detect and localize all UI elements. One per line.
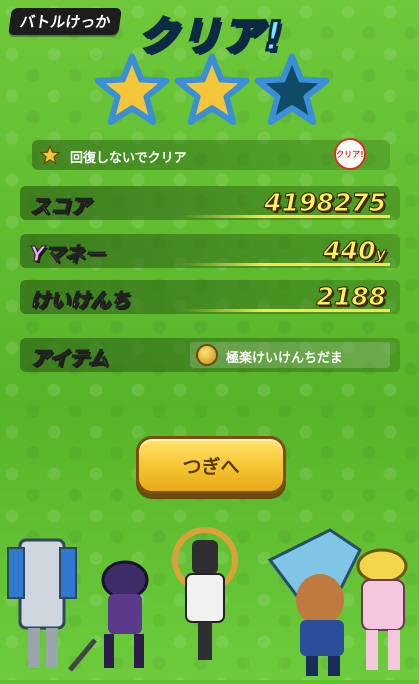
exp-label: けいけんち (30, 288, 131, 313)
exp-row: けいけんち 2188 (20, 280, 400, 314)
mission-text: 回復しないでクリア (70, 151, 187, 166)
item-label: アイテム (30, 346, 109, 371)
ymoney-unit: y (375, 244, 386, 264)
ymoney-row: Yマネー 440y (20, 234, 400, 268)
divider (180, 263, 390, 266)
exp-value: 2188 (316, 282, 387, 312)
golden-ring-character (172, 527, 238, 660)
battle-result-label: バトルけっか (8, 8, 123, 35)
item-slot: 極楽けいけんちだま (190, 342, 390, 368)
clear-badge-icon: クリア! (334, 138, 366, 170)
item-name: 極楽けいけんちだま (226, 351, 343, 366)
purple-warrior-character (68, 560, 149, 672)
character-lineup (0, 520, 419, 680)
star-icon-filled (94, 52, 170, 128)
ymoney-amount: 440 (323, 236, 376, 266)
exp-orb-icon (196, 344, 218, 366)
star-icon-empty (254, 52, 330, 128)
score-label: スコア (30, 194, 91, 219)
ymoney-value: 440y (323, 236, 387, 266)
blue-hair-character (267, 528, 362, 676)
divider (180, 215, 390, 218)
ymoney-label: Yマネー (29, 242, 105, 267)
divider (180, 309, 390, 312)
star-icon (39, 144, 61, 165)
pink-fighter-character (356, 548, 408, 670)
item-row: アイテム 極楽けいけんちだま (20, 338, 400, 372)
score-row: スコア 4198275 (20, 186, 400, 220)
star-icon-filled (174, 52, 250, 128)
star-rating (94, 52, 330, 130)
score-value: 4198275 (264, 188, 387, 218)
next-button[interactable]: つぎへ (136, 436, 286, 494)
robot-character (7, 538, 77, 668)
